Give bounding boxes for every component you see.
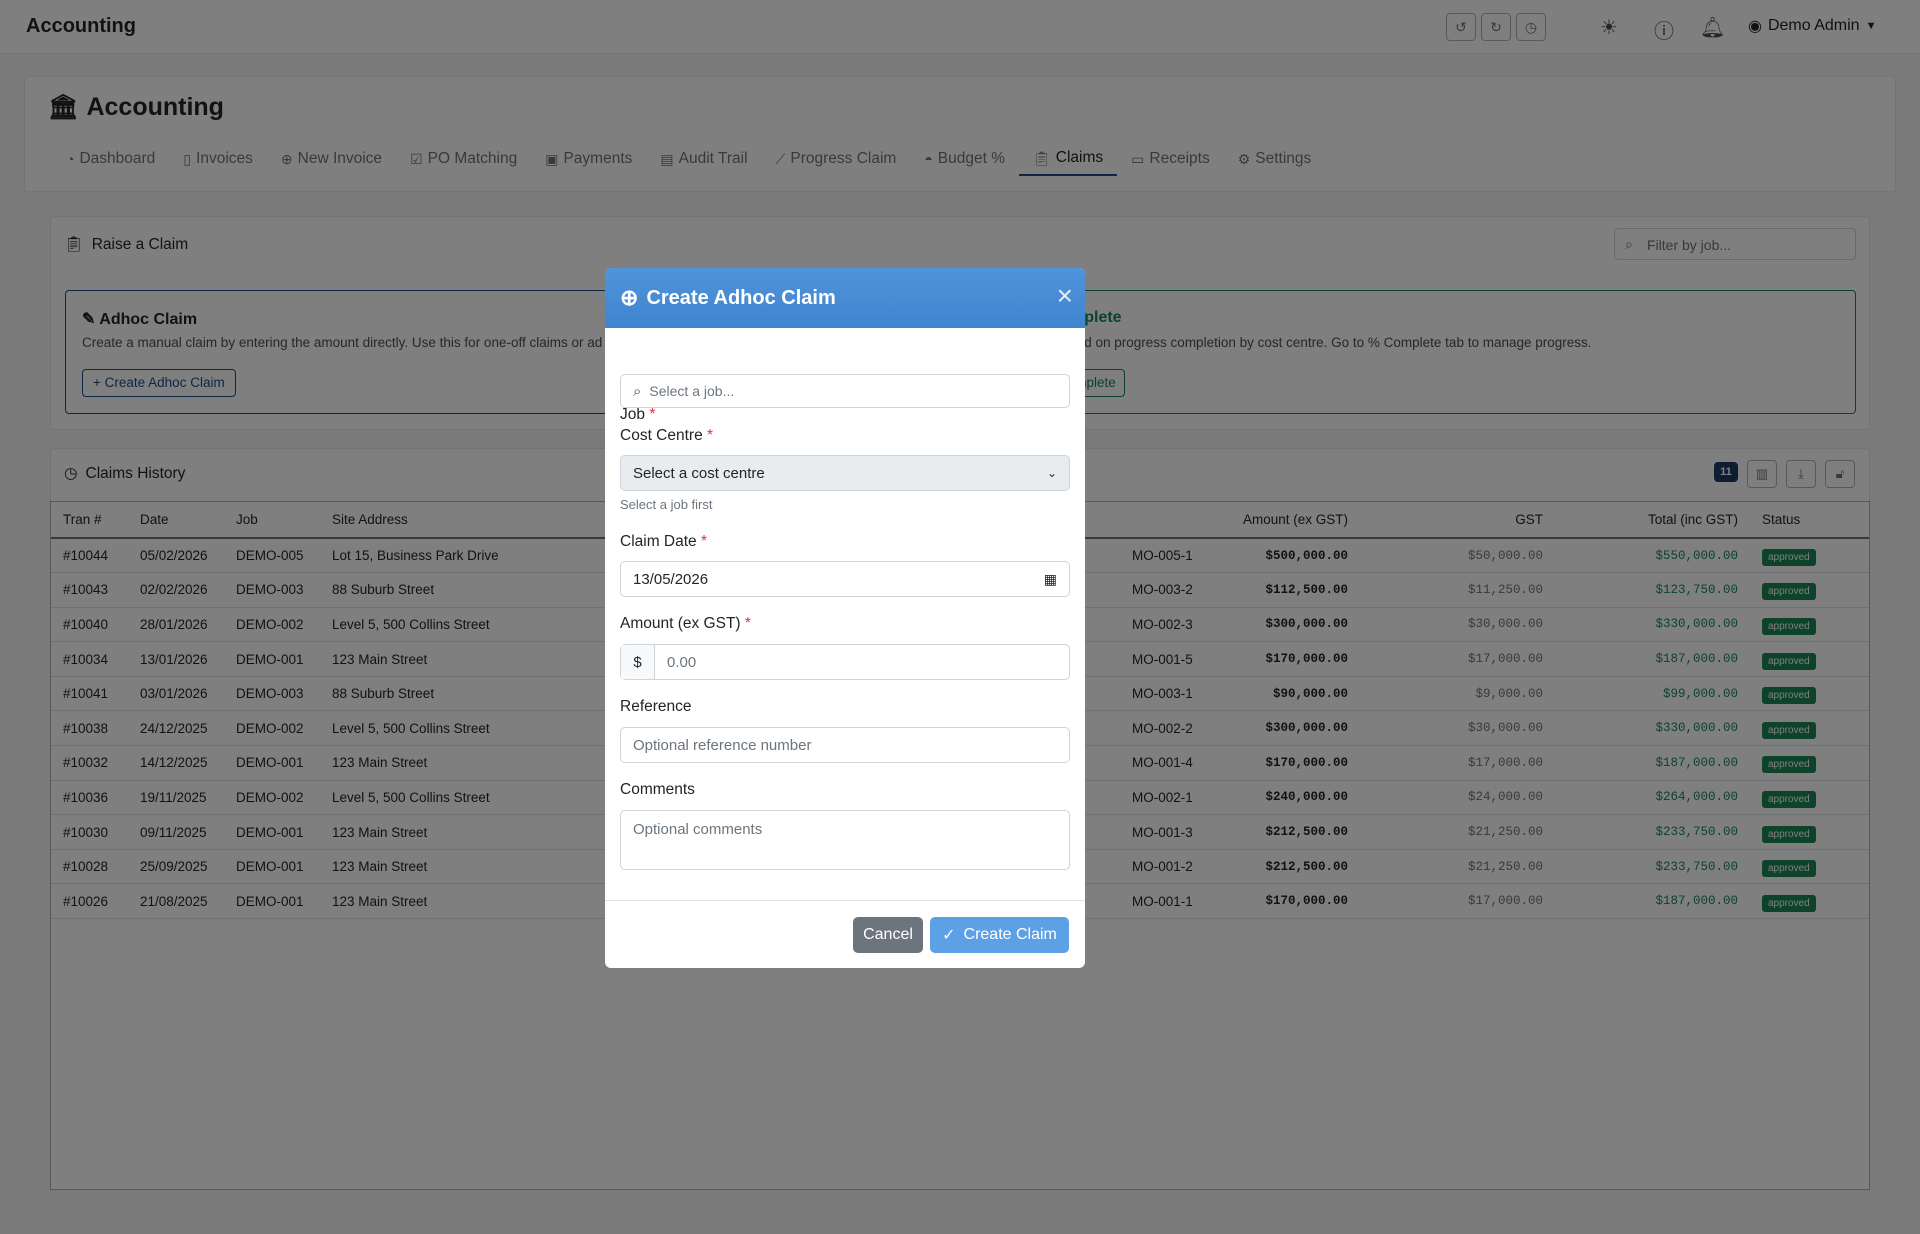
check-icon: ✓: [942, 927, 956, 944]
reference-label: Reference: [620, 698, 692, 715]
currency-prefix: $: [621, 645, 655, 679]
chevron-down-icon: ⌄: [1046, 466, 1057, 480]
create-claim-button[interactable]: ✓ Create Claim: [930, 917, 1069, 953]
cost-centre-value: Select a cost centre: [633, 464, 765, 482]
modal-title-text: Create Adhoc Claim: [646, 286, 836, 309]
required-mark: *: [707, 427, 714, 444]
claim-date-input[interactable]: 13/05/2026 ▦: [620, 561, 1070, 597]
cost-centre-hint: Select a job first: [620, 497, 713, 512]
job-placeholder: Select a job...: [649, 383, 735, 399]
required-mark: *: [700, 533, 708, 550]
amount-label: Amount (ex GST) *: [620, 615, 751, 633]
cancel-button[interactable]: Cancel: [853, 917, 923, 953]
modal-title: ⊕ Create Adhoc Claim: [620, 285, 836, 311]
calendar-icon[interactable]: ▦: [1044, 571, 1057, 588]
cost-centre-label-text: Cost Centre: [620, 427, 703, 444]
amount-label-text: Amount (ex GST): [620, 615, 741, 632]
amount-input[interactable]: 0.00: [655, 654, 696, 671]
modal-header: ⊕ Create Adhoc Claim ×: [605, 268, 1085, 328]
create-claim-label: Create Claim: [963, 926, 1057, 943]
amount-input-group: $ 0.00: [620, 644, 1070, 680]
claim-date-label-text: Claim Date: [620, 533, 697, 550]
reference-input[interactable]: Optional reference number: [620, 727, 1070, 763]
claim-date-value: 13/05/2026: [633, 570, 709, 588]
comments-textarea[interactable]: Optional comments: [620, 810, 1070, 870]
required-mark: *: [649, 406, 656, 423]
claim-date-label: Claim Date *: [620, 533, 707, 551]
job-label-text: Job: [620, 406, 645, 423]
job-search-input[interactable]: ⌕ Select a job...: [620, 374, 1070, 408]
required-mark: *: [744, 615, 751, 632]
plus-circle-icon: ⊕: [620, 285, 639, 310]
cost-centre-label: Cost Centre *: [620, 427, 713, 445]
modal-footer: Cancel ✓ Create Claim: [605, 900, 1085, 968]
close-icon[interactable]: ×: [1057, 282, 1073, 310]
comments-label: Comments: [620, 781, 695, 798]
job-label: Job *: [620, 406, 655, 424]
search-icon: ⌕: [633, 382, 642, 400]
cost-centre-select[interactable]: Select a cost centre ⌄: [620, 455, 1070, 491]
